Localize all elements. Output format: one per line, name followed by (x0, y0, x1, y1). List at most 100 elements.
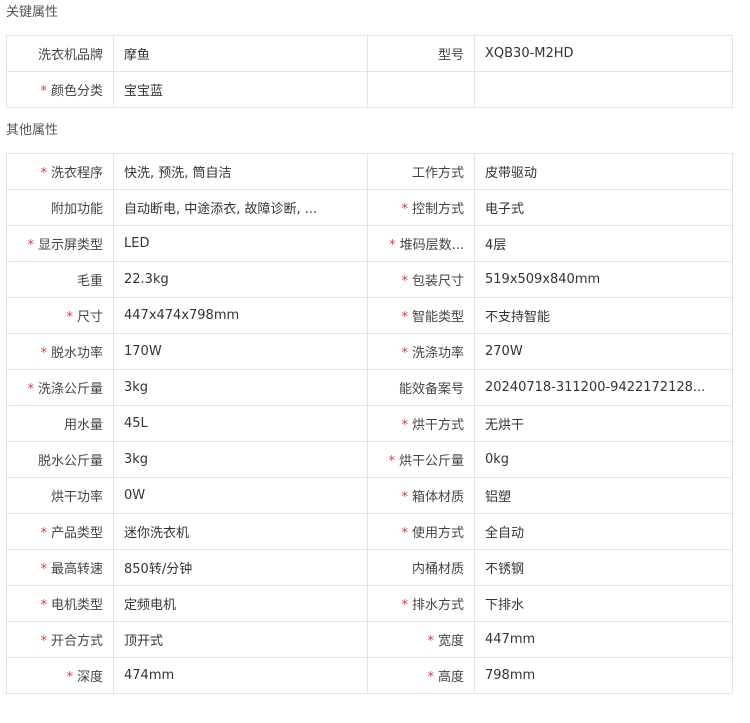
required-mark: * (40, 84, 47, 99)
attribute-label: 内桶材质 (367, 549, 475, 586)
attribute-row: * 颜色分类 宝宝蓝 (6, 71, 733, 108)
attribute-value: 850转/分钟 (113, 549, 368, 586)
required-mark: * (427, 634, 434, 649)
attribute-label: * 智能类型 (367, 297, 475, 334)
attribute-value: 不支持智能 (474, 297, 733, 334)
attribute-label: * 电机类型 (6, 585, 114, 622)
attribute-label-text: 颜色分类 (50, 84, 103, 99)
required-mark: * (40, 346, 47, 361)
attribute-label-text: 烘干公斤量 (398, 454, 464, 469)
attribute-row: 洗衣机品牌 摩鱼 型号 XQB30-M2HD (6, 35, 733, 72)
attribute-label: 能效备案号 (367, 369, 475, 406)
attribute-label: * 显示屏类型 (6, 225, 114, 262)
attribute-row: * 产品类型 迷你洗衣机 * 使用方式 全自动 (6, 513, 733, 550)
attribute-label: * 洗涤公斤量 (6, 369, 114, 406)
attribute-label-text: 内桶材质 (411, 562, 464, 577)
attribute-label-text: 控制方式 (411, 202, 464, 217)
attribute-label: 烘干功率 (6, 477, 114, 514)
attribute-value: 0kg (474, 441, 733, 478)
attribute-value: 170W (113, 333, 368, 370)
attribute-row: 脱水公斤量 3kg * 烘干公斤量 0kg (6, 441, 733, 478)
required-mark: * (389, 238, 396, 253)
attribute-label-text: 电机类型 (50, 598, 103, 613)
attribute-label-text: 使用方式 (411, 526, 464, 541)
required-mark: * (401, 598, 408, 613)
attribute-label-text: 高度 (437, 670, 464, 685)
attribute-value: 不锈钢 (474, 549, 733, 586)
required-mark: * (401, 346, 408, 361)
key-attributes-title: 关键属性 (6, 5, 59, 20)
attribute-value: 皮带驱动 (474, 153, 733, 190)
attribute-value: 447mm (474, 621, 733, 658)
attribute-label-text: 尺寸 (76, 310, 103, 325)
required-mark: * (27, 238, 34, 253)
attribute-value: 自动断电, 中途添衣, 故障诊断, ... (113, 189, 368, 226)
attribute-value: 447x474x798mm (113, 297, 368, 334)
attribute-label-text: 附加功能 (50, 202, 103, 217)
attribute-row: 用水量 45L * 烘干方式 无烘干 (6, 405, 733, 442)
attribute-value: 无烘干 (474, 405, 733, 442)
attribute-label-text: 智能类型 (411, 310, 464, 325)
attribute-label: 型号 (367, 35, 475, 72)
attribute-label: * 脱水功率 (6, 333, 114, 370)
attribute-label (367, 71, 475, 108)
other-attributes-table: * 洗衣程序 快洗, 预洗, 筒自洁 工作方式 皮带驱动附加功能 自动断电, 中途添衣, … (6, 153, 733, 694)
attribute-row: * 深度 474mm * 高度 798mm (6, 657, 733, 694)
other-attributes-title: 其他属性 (6, 123, 59, 138)
attribute-value: 铝塑 (474, 477, 733, 514)
attribute-label: 用水量 (6, 405, 114, 442)
attribute-label-text: 脱水功率 (50, 346, 103, 361)
attribute-label: * 烘干公斤量 (367, 441, 475, 478)
required-mark: * (66, 670, 73, 685)
attribute-label-text: 型号 (437, 48, 464, 63)
attribute-label-text: 工作方式 (411, 166, 464, 181)
attribute-label: * 高度 (367, 657, 475, 694)
attribute-value: 快洗, 预洗, 筒自洁 (113, 153, 368, 190)
required-mark: * (40, 526, 47, 541)
required-mark: * (401, 490, 408, 505)
attribute-value: 0W (113, 477, 368, 514)
attribute-row: * 显示屏类型 LED * 堆码层数... 4层 (6, 225, 733, 262)
required-mark: * (388, 454, 395, 469)
attribute-value: 全自动 (474, 513, 733, 550)
attribute-value: 20240718-311200-9422172128... (474, 369, 733, 406)
attribute-label: * 排水方式 (367, 585, 475, 622)
attribute-label-text: 洗涤公斤量 (37, 382, 103, 397)
attribute-label: * 颜色分类 (6, 71, 114, 108)
attribute-row: * 洗涤公斤量 3kg 能效备案号 20240718-311200-9422172128… (6, 369, 733, 406)
attribute-label: * 控制方式 (367, 189, 475, 226)
attribute-value: 下排水 (474, 585, 733, 622)
required-mark: * (66, 310, 73, 325)
attribute-value: 3kg (113, 441, 368, 478)
attribute-label-text: 宽度 (437, 634, 464, 649)
attribute-label: 工作方式 (367, 153, 475, 190)
attribute-label: * 产品类型 (6, 513, 114, 550)
attribute-value: LED (113, 225, 368, 262)
required-mark: * (427, 670, 434, 685)
attribute-label: * 洗涤功率 (367, 333, 475, 370)
attribute-label: * 最高转速 (6, 549, 114, 586)
required-mark: * (401, 526, 408, 541)
attribute-label: * 宽度 (367, 621, 475, 658)
required-mark: * (40, 634, 47, 649)
attribute-label-text: 烘干功率 (50, 490, 103, 505)
attribute-label-text: 显示屏类型 (37, 238, 103, 253)
attribute-value: 宝宝蓝 (113, 71, 368, 108)
attribute-value: 3kg (113, 369, 368, 406)
attribute-row: * 洗衣程序 快洗, 预洗, 筒自洁 工作方式 皮带驱动 (6, 153, 733, 190)
attribute-label-text: 开合方式 (50, 634, 103, 649)
required-mark: * (40, 598, 47, 613)
attribute-value: 474mm (113, 657, 368, 694)
attribute-value (474, 71, 733, 108)
attribute-label: 脱水公斤量 (6, 441, 114, 478)
attribute-row: 毛重 22.3kg * 包装尺寸 519x509x840mm (6, 261, 733, 298)
attribute-label: * 使用方式 (367, 513, 475, 550)
attribute-value: XQB30-M2HD (474, 35, 733, 72)
attribute-label: 洗衣机品牌 (6, 35, 114, 72)
attribute-label: * 箱体材质 (367, 477, 475, 514)
attribute-row: * 脱水功率 170W * 洗涤功率 270W (6, 333, 733, 370)
attribute-value: 摩鱼 (113, 35, 368, 72)
attribute-value: 迷你洗衣机 (113, 513, 368, 550)
attribute-value: 519x509x840mm (474, 261, 733, 298)
attribute-label: * 洗衣程序 (6, 153, 114, 190)
